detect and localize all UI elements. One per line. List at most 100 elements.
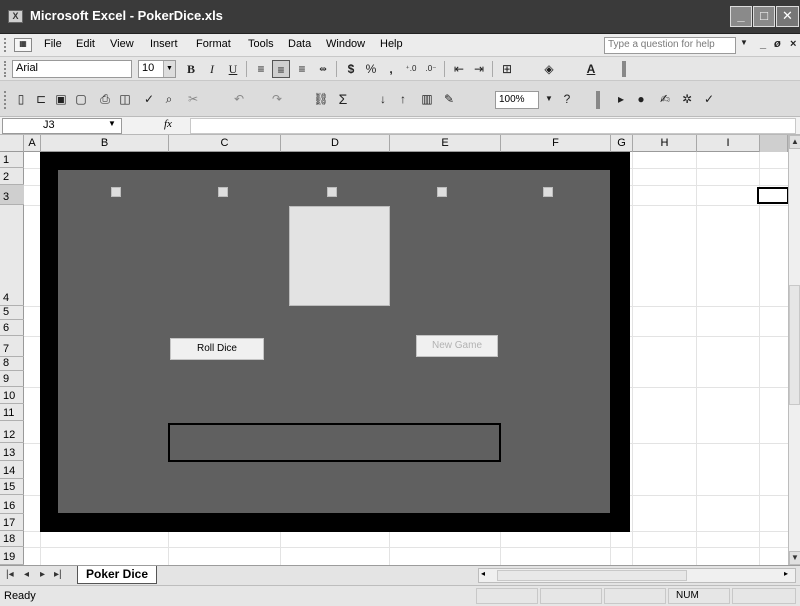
formula-input[interactable]	[190, 118, 796, 134]
column-header-g[interactable]: G	[611, 135, 633, 152]
column-header-a[interactable]: A	[24, 135, 41, 152]
row-header[interactable]: 18	[0, 531, 24, 547]
name-box-dropdown-icon[interactable]: ▼	[108, 119, 116, 128]
increase-indent-icon[interactable]: ⇥	[470, 60, 488, 78]
row-header[interactable]: 5	[0, 306, 24, 320]
undo-icon[interactable]: ↶	[230, 90, 248, 108]
spelling-icon[interactable]: ✓	[140, 90, 158, 108]
sort-ascending-icon[interactable]: ↓	[374, 90, 392, 108]
merge-center-icon[interactable]: ⇹	[314, 60, 332, 78]
row-header[interactable]: 3	[0, 185, 24, 205]
doc-minimize-icon[interactable]: _	[760, 38, 766, 50]
row-header[interactable]: 10	[0, 387, 24, 404]
currency-button[interactable]: $	[342, 60, 360, 78]
column-header-d[interactable]: D	[281, 135, 390, 152]
row-header[interactable]: 7	[0, 336, 24, 357]
borders-icon[interactable]: ⊞	[498, 60, 516, 78]
column-header-e[interactable]: E	[390, 135, 501, 152]
hold-checkbox-2[interactable]	[218, 187, 228, 197]
column-header-h[interactable]: H	[633, 135, 697, 152]
fill-color-icon[interactable]: ◈	[540, 60, 558, 78]
row-header[interactable]: 19	[0, 547, 24, 565]
row-header[interactable]: 8	[0, 357, 24, 371]
hyperlink-icon[interactable]: ⛓	[312, 90, 330, 108]
hold-checkbox-3[interactable]	[327, 187, 337, 197]
toolbox-icon[interactable]: ✲	[678, 90, 696, 108]
drawing-icon[interactable]: ✎	[440, 90, 458, 108]
row-header[interactable]: 17	[0, 514, 24, 531]
bold-button[interactable]: B	[182, 60, 200, 78]
next-sheet-icon[interactable]: ▸	[40, 569, 45, 580]
menu-file[interactable]: File	[44, 38, 62, 50]
menu-view[interactable]: View	[110, 38, 134, 50]
redo-icon[interactable]: ↷	[268, 90, 286, 108]
hold-checkbox-1[interactable]	[111, 187, 121, 197]
hold-checkbox-5[interactable]	[543, 187, 553, 197]
horizontal-scroll-thumb[interactable]	[497, 570, 687, 581]
row-header[interactable]: 6	[0, 320, 24, 336]
help-icon[interactable]: ?	[558, 90, 576, 108]
hold-checkbox-4[interactable]	[437, 187, 447, 197]
percent-button[interactable]: %	[362, 60, 380, 78]
menu-help[interactable]: Help	[380, 38, 403, 50]
help-dropdown-icon[interactable]: ▼	[740, 38, 748, 47]
doc-close-icon[interactable]: ×	[790, 38, 796, 50]
font-color-icon[interactable]: A	[582, 60, 600, 78]
design-mode-icon[interactable]: ✓	[700, 90, 718, 108]
column-header-j[interactable]	[760, 135, 788, 152]
column-header-f[interactable]: F	[501, 135, 611, 152]
horizontal-scrollbar[interactable]: ◂ ▸	[478, 568, 796, 583]
doc-restore-icon[interactable]: ø	[774, 38, 781, 50]
select-all-corner[interactable]	[0, 135, 24, 152]
align-center-icon[interactable]: ≡	[272, 60, 290, 78]
column-header-b[interactable]: B	[41, 135, 169, 152]
print-icon[interactable]: ⎙	[96, 90, 114, 108]
prev-sheet-icon[interactable]: ◂	[24, 569, 29, 580]
help-search-input[interactable]: Type a question for help	[604, 37, 736, 54]
menu-insert[interactable]: Insert	[150, 38, 178, 50]
maximize-button[interactable]: □	[753, 6, 775, 27]
new-file-icon[interactable]: ▯	[12, 90, 30, 108]
row-header[interactable]: 15	[0, 479, 24, 495]
scroll-left-icon[interactable]: ◂	[481, 569, 485, 578]
increase-decimal-icon[interactable]: ⁺.0	[402, 60, 420, 78]
scroll-down-icon[interactable]: ▼	[789, 551, 800, 565]
row-header[interactable]: 13	[0, 443, 24, 461]
row-header[interactable]: 9	[0, 371, 24, 387]
column-header-i[interactable]: I	[697, 135, 760, 152]
italic-button[interactable]: I	[203, 60, 221, 78]
row-header[interactable]: 4	[0, 205, 24, 306]
align-left-icon[interactable]: ≡	[252, 60, 270, 78]
insert-function-icon[interactable]: fx	[164, 118, 172, 130]
name-box[interactable]: J3	[2, 118, 122, 134]
comma-button[interactable]: ,	[382, 60, 400, 78]
permission-icon[interactable]: ▢	[72, 90, 90, 108]
close-button[interactable]: ✕	[776, 6, 799, 27]
record-icon[interactable]: ●	[632, 90, 650, 108]
autosum-icon[interactable]: Σ	[334, 90, 352, 108]
visual-basic-icon[interactable]: ✍	[656, 90, 674, 108]
research-icon[interactable]: ⌕	[160, 90, 178, 108]
row-header[interactable]: 1	[0, 152, 24, 168]
row-header[interactable]: 14	[0, 461, 24, 479]
sort-descending-icon[interactable]: ↑	[394, 90, 412, 108]
menu-tools[interactable]: Tools	[248, 38, 274, 50]
font-name-select[interactable]: Arial	[12, 60, 132, 78]
menu-data[interactable]: Data	[288, 38, 311, 50]
roll-dice-button[interactable]: Roll Dice	[170, 338, 264, 360]
underline-button[interactable]: U	[224, 60, 242, 78]
decrease-decimal-icon[interactable]: .0⁻	[422, 60, 440, 78]
row-header[interactable]: 11	[0, 404, 24, 421]
vertical-scroll-thumb[interactable]	[789, 285, 800, 405]
zoom-dropdown-icon[interactable]: ▼	[540, 90, 558, 108]
menu-edit[interactable]: Edit	[76, 38, 95, 50]
sheet-tab-poker-dice[interactable]: Poker Dice	[77, 566, 158, 584]
toolbar-grip[interactable]	[4, 91, 6, 109]
menu-grip[interactable]	[4, 38, 6, 52]
new-game-button[interactable]: New Game	[416, 335, 498, 357]
save-icon[interactable]: ▣	[52, 90, 70, 108]
zoom-select[interactable]: 100%	[495, 91, 539, 109]
row-header[interactable]: 12	[0, 421, 24, 443]
menu-window[interactable]: Window	[326, 38, 365, 50]
first-sheet-icon[interactable]: |◂	[6, 569, 14, 580]
